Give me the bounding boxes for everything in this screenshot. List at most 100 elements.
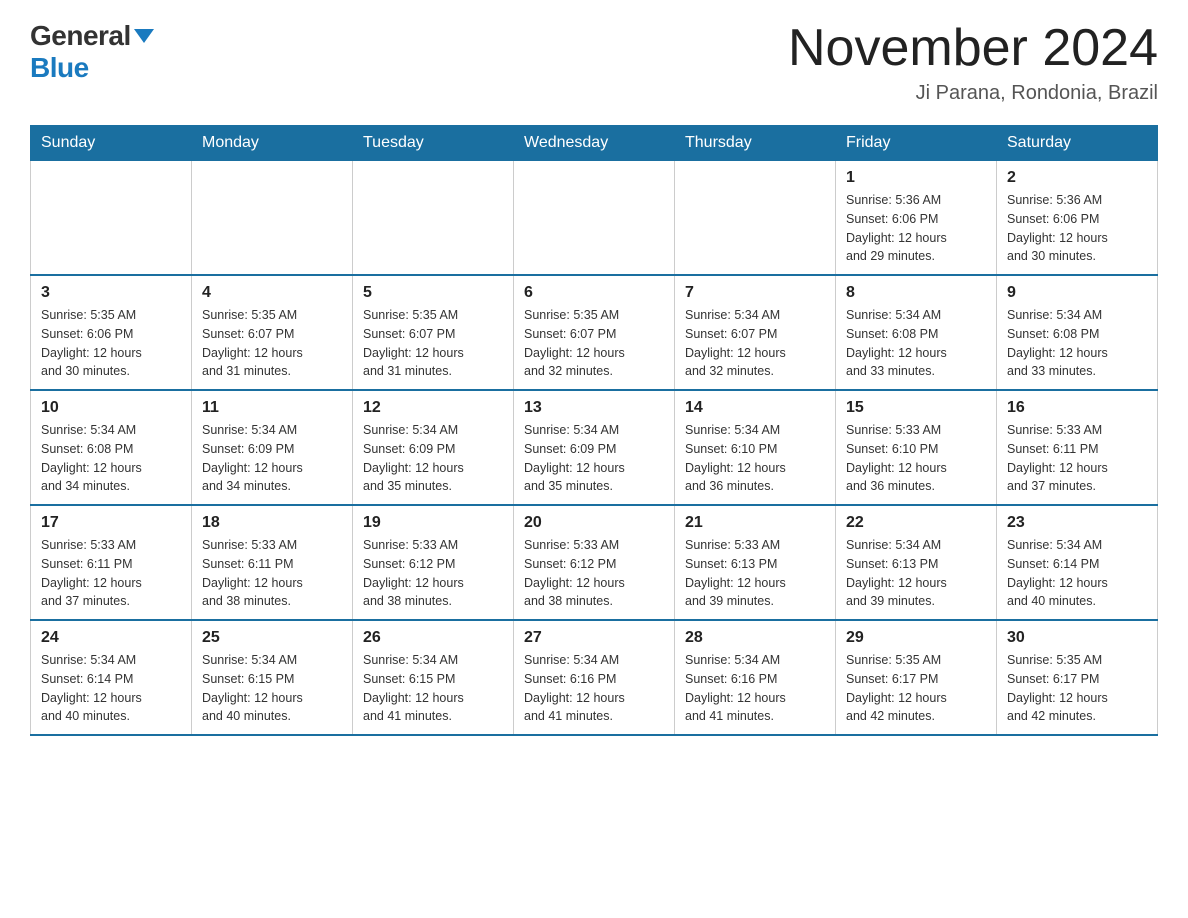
day-number: 16: [1007, 399, 1147, 417]
day-info: Sunrise: 5:33 AM Sunset: 6:10 PM Dayligh…: [846, 421, 986, 496]
day-info: Sunrise: 5:35 AM Sunset: 6:07 PM Dayligh…: [524, 306, 664, 381]
day-number: 28: [685, 629, 825, 647]
day-number: 4: [202, 284, 342, 302]
table-row: [514, 161, 675, 276]
day-info: Sunrise: 5:34 AM Sunset: 6:13 PM Dayligh…: [846, 536, 986, 611]
col-wednesday: Wednesday: [514, 126, 675, 161]
day-number: 11: [202, 399, 342, 417]
day-info: Sunrise: 5:36 AM Sunset: 6:06 PM Dayligh…: [846, 191, 986, 266]
table-row: [675, 161, 836, 276]
table-row: 24Sunrise: 5:34 AM Sunset: 6:14 PM Dayli…: [31, 620, 192, 735]
day-number: 7: [685, 284, 825, 302]
table-row: 19Sunrise: 5:33 AM Sunset: 6:12 PM Dayli…: [353, 505, 514, 620]
day-info: Sunrise: 5:34 AM Sunset: 6:15 PM Dayligh…: [363, 651, 503, 726]
table-row: 15 Sunrise: 5:33 AM Sunset: 6:10 PM Dayli…: [836, 390, 997, 505]
day-number: 15: [846, 399, 986, 417]
day-info: Sunrise: 5:34 AM Sunset: 6:08 PM Dayligh…: [41, 421, 181, 496]
day-info: Sunrise: 5:34 AM Sunset: 6:15 PM Dayligh…: [202, 651, 342, 726]
day-info: Sunrise: 5:35 AM Sunset: 6:17 PM Dayligh…: [846, 651, 986, 726]
table-row: 2Sunrise: 5:36 AM Sunset: 6:06 PM Daylig…: [997, 161, 1158, 276]
day-info: Sunrise: 5:34 AM Sunset: 6:08 PM Dayligh…: [846, 306, 986, 381]
day-info: Sunrise: 5:34 AM Sunset: 6:07 PM Dayligh…: [685, 306, 825, 381]
day-info: Sunrise: 5:34 AM Sunset: 6:14 PM Dayligh…: [41, 651, 181, 726]
day-info: Sunrise: 5:35 AM Sunset: 6:07 PM Dayligh…: [202, 306, 342, 381]
calendar-week-row: 24Sunrise: 5:34 AM Sunset: 6:14 PM Dayli…: [31, 620, 1158, 735]
table-row: 30 Sunrise: 5:35 AM Sunset: 6:17 PM Dayli…: [997, 620, 1158, 735]
title-section: November 2024 Ji Parana, Rondonia, Brazi…: [788, 20, 1158, 105]
logo: General Blue: [30, 20, 154, 84]
logo-general-text: General: [30, 20, 131, 52]
day-number: 9: [1007, 284, 1147, 302]
table-row: 25 Sunrise: 5:34 AM Sunset: 6:15 PM Dayli…: [192, 620, 353, 735]
day-info: Sunrise: 5:34 AM Sunset: 6:09 PM Dayligh…: [202, 421, 342, 496]
logo-triangle-icon: [134, 29, 154, 43]
table-row: 13 Sunrise: 5:34 AM Sunset: 6:09 PM Dayli…: [514, 390, 675, 505]
table-row: 12 Sunrise: 5:34 AM Sunset: 6:09 PM Dayli…: [353, 390, 514, 505]
calendar-table: Sunday Monday Tuesday Wednesday Thursday…: [30, 125, 1158, 736]
table-row: 1 Sunrise: 5:36 AM Sunset: 6:06 PM Daylig…: [836, 161, 997, 276]
table-row: 21 Sunrise: 5:33 AM Sunset: 6:13 PM Dayli…: [675, 505, 836, 620]
page-header: General Blue November 2024 Ji Parana, Ro…: [30, 20, 1158, 105]
table-row: 10Sunrise: 5:34 AM Sunset: 6:08 PM Dayli…: [31, 390, 192, 505]
day-info: Sunrise: 5:34 AM Sunset: 6:09 PM Dayligh…: [524, 421, 664, 496]
logo-blue-text: Blue: [30, 52, 89, 83]
day-info: Sunrise: 5:33 AM Sunset: 6:12 PM Dayligh…: [524, 536, 664, 611]
table-row: 22Sunrise: 5:34 AM Sunset: 6:13 PM Dayli…: [836, 505, 997, 620]
day-info: Sunrise: 5:35 AM Sunset: 6:17 PM Dayligh…: [1007, 651, 1147, 726]
day-info: Sunrise: 5:34 AM Sunset: 6:09 PM Dayligh…: [363, 421, 503, 496]
table-row: 18 Sunrise: 5:33 AM Sunset: 6:11 PM Dayli…: [192, 505, 353, 620]
day-number: 25: [202, 629, 342, 647]
table-row: 20Sunrise: 5:33 AM Sunset: 6:12 PM Dayli…: [514, 505, 675, 620]
col-monday: Monday: [192, 126, 353, 161]
col-tuesday: Tuesday: [353, 126, 514, 161]
table-row: [31, 161, 192, 276]
month-title: November 2024: [788, 20, 1158, 77]
table-row: [192, 161, 353, 276]
day-number: 14: [685, 399, 825, 417]
table-row: 28 Sunrise: 5:34 AM Sunset: 6:16 PM Dayli…: [675, 620, 836, 735]
day-info: Sunrise: 5:33 AM Sunset: 6:13 PM Dayligh…: [685, 536, 825, 611]
col-sunday: Sunday: [31, 126, 192, 161]
table-row: 14 Sunrise: 5:34 AM Sunset: 6:10 PM Dayli…: [675, 390, 836, 505]
day-number: 18: [202, 514, 342, 532]
day-info: Sunrise: 5:33 AM Sunset: 6:11 PM Dayligh…: [41, 536, 181, 611]
day-info: Sunrise: 5:35 AM Sunset: 6:07 PM Dayligh…: [363, 306, 503, 381]
day-number: 12: [363, 399, 503, 417]
day-number: 26: [363, 629, 503, 647]
day-info: Sunrise: 5:33 AM Sunset: 6:11 PM Dayligh…: [202, 536, 342, 611]
table-row: 29 Sunrise: 5:35 AM Sunset: 6:17 PM Dayli…: [836, 620, 997, 735]
day-number: 6: [524, 284, 664, 302]
table-row: 16Sunrise: 5:33 AM Sunset: 6:11 PM Dayli…: [997, 390, 1158, 505]
calendar-week-row: 10Sunrise: 5:34 AM Sunset: 6:08 PM Dayli…: [31, 390, 1158, 505]
day-number: 3: [41, 284, 181, 302]
day-number: 23: [1007, 514, 1147, 532]
day-info: Sunrise: 5:34 AM Sunset: 6:16 PM Dayligh…: [524, 651, 664, 726]
table-row: 6 Sunrise: 5:35 AM Sunset: 6:07 PM Daylig…: [514, 275, 675, 390]
table-row: 7 Sunrise: 5:34 AM Sunset: 6:07 PM Daylig…: [675, 275, 836, 390]
day-number: 1: [846, 169, 986, 187]
col-thursday: Thursday: [675, 126, 836, 161]
day-number: 13: [524, 399, 664, 417]
day-number: 5: [363, 284, 503, 302]
day-info: Sunrise: 5:35 AM Sunset: 6:06 PM Dayligh…: [41, 306, 181, 381]
day-info: Sunrise: 5:34 AM Sunset: 6:14 PM Dayligh…: [1007, 536, 1147, 611]
day-number: 29: [846, 629, 986, 647]
day-info: Sunrise: 5:34 AM Sunset: 6:10 PM Dayligh…: [685, 421, 825, 496]
day-number: 21: [685, 514, 825, 532]
day-number: 8: [846, 284, 986, 302]
calendar-header-row: Sunday Monday Tuesday Wednesday Thursday…: [31, 126, 1158, 161]
col-saturday: Saturday: [997, 126, 1158, 161]
table-row: 8 Sunrise: 5:34 AM Sunset: 6:08 PM Daylig…: [836, 275, 997, 390]
table-row: 23 Sunrise: 5:34 AM Sunset: 6:14 PM Dayli…: [997, 505, 1158, 620]
day-number: 17: [41, 514, 181, 532]
calendar-week-row: 1 Sunrise: 5:36 AM Sunset: 6:06 PM Daylig…: [31, 161, 1158, 276]
day-number: 30: [1007, 629, 1147, 647]
day-number: 27: [524, 629, 664, 647]
calendar-week-row: 17 Sunrise: 5:33 AM Sunset: 6:11 PM Dayli…: [31, 505, 1158, 620]
table-row: 5 Sunrise: 5:35 AM Sunset: 6:07 PM Daylig…: [353, 275, 514, 390]
day-info: Sunrise: 5:36 AM Sunset: 6:06 PM Dayligh…: [1007, 191, 1147, 266]
table-row: 27 Sunrise: 5:34 AM Sunset: 6:16 PM Dayli…: [514, 620, 675, 735]
table-row: 26 Sunrise: 5:34 AM Sunset: 6:15 PM Dayli…: [353, 620, 514, 735]
col-friday: Friday: [836, 126, 997, 161]
day-info: Sunrise: 5:34 AM Sunset: 6:16 PM Dayligh…: [685, 651, 825, 726]
